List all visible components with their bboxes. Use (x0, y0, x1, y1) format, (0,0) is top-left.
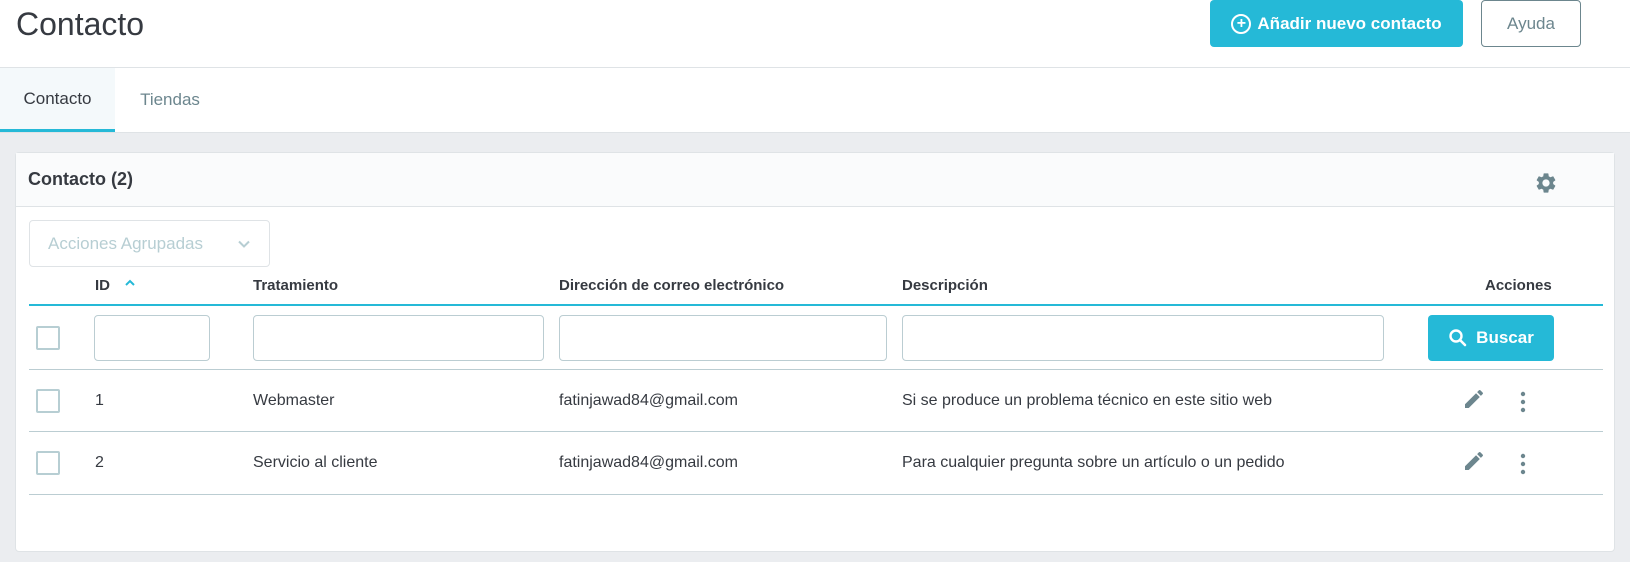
row-divider (29, 431, 1603, 432)
cell-id: 2 (95, 454, 104, 471)
cell-email: fatinjawad84@gmail.com (559, 392, 738, 409)
column-header-description[interactable]: Descripción (902, 277, 988, 294)
row-divider (29, 369, 1603, 370)
cell-title: Servicio al cliente (253, 454, 378, 471)
chevron-down-icon (238, 240, 250, 248)
column-header-email[interactable]: Dirección de correo electrónico (559, 277, 784, 294)
sort-asc-icon[interactable] (124, 278, 136, 288)
edit-icon[interactable] (1462, 387, 1486, 411)
card-header: Contacto (2) (16, 153, 1614, 207)
row-divider (29, 494, 1603, 495)
filter-email-input[interactable] (559, 315, 887, 361)
cell-title: Webmaster (253, 392, 335, 409)
filter-title-input[interactable] (253, 315, 544, 361)
tab-bar: Contacto Tiendas (0, 68, 1630, 133)
add-contact-button[interactable]: + Añadir nuevo contacto (1210, 0, 1463, 47)
row-checkbox[interactable] (36, 451, 60, 475)
gear-icon[interactable] (1534, 171, 1558, 195)
cell-id: 1 (95, 392, 104, 409)
contacts-card: Contacto (2) Acciones Agrupadas ID Trata… (15, 152, 1615, 552)
column-header-actions: Acciones (1485, 277, 1552, 294)
bulk-actions-label: Acciones Agrupadas (48, 233, 203, 253)
cell-email: fatinjawad84@gmail.com (559, 454, 738, 471)
column-header-id-label: ID (95, 277, 110, 294)
help-button[interactable]: Ayuda (1481, 0, 1581, 47)
search-icon (1449, 329, 1467, 347)
column-header-title[interactable]: Tratamiento (253, 277, 338, 294)
card-title: Contacto (2) (28, 169, 133, 189)
header-divider (29, 304, 1603, 306)
add-contact-label: Añadir nuevo contacto (1257, 13, 1442, 33)
column-header-id[interactable]: ID (95, 277, 136, 294)
more-vert-icon[interactable] (1511, 452, 1535, 476)
filter-description-input[interactable] (902, 315, 1384, 361)
bulk-actions-dropdown[interactable]: Acciones Agrupadas (29, 220, 270, 267)
row-checkbox[interactable] (36, 389, 60, 413)
tab-tiendas[interactable]: Tiendas (115, 68, 225, 132)
page-header: Contacto + Añadir nuevo contacto Ayuda (0, 0, 1630, 68)
select-all-checkbox[interactable] (36, 326, 60, 350)
tab-contacto[interactable]: Contacto (0, 68, 115, 132)
more-vert-icon[interactable] (1511, 390, 1535, 414)
search-button[interactable]: Buscar (1428, 315, 1554, 361)
filter-id-input[interactable] (94, 315, 210, 361)
page-title: Contacto (16, 6, 145, 42)
edit-icon[interactable] (1462, 449, 1486, 473)
add-circle-icon: + (1231, 13, 1252, 34)
search-button-label: Buscar (1476, 328, 1534, 347)
cell-description: Si se produce un problema técnico en est… (902, 392, 1272, 409)
cell-description: Para cualquier pregunta sobre un artícul… (902, 454, 1285, 471)
